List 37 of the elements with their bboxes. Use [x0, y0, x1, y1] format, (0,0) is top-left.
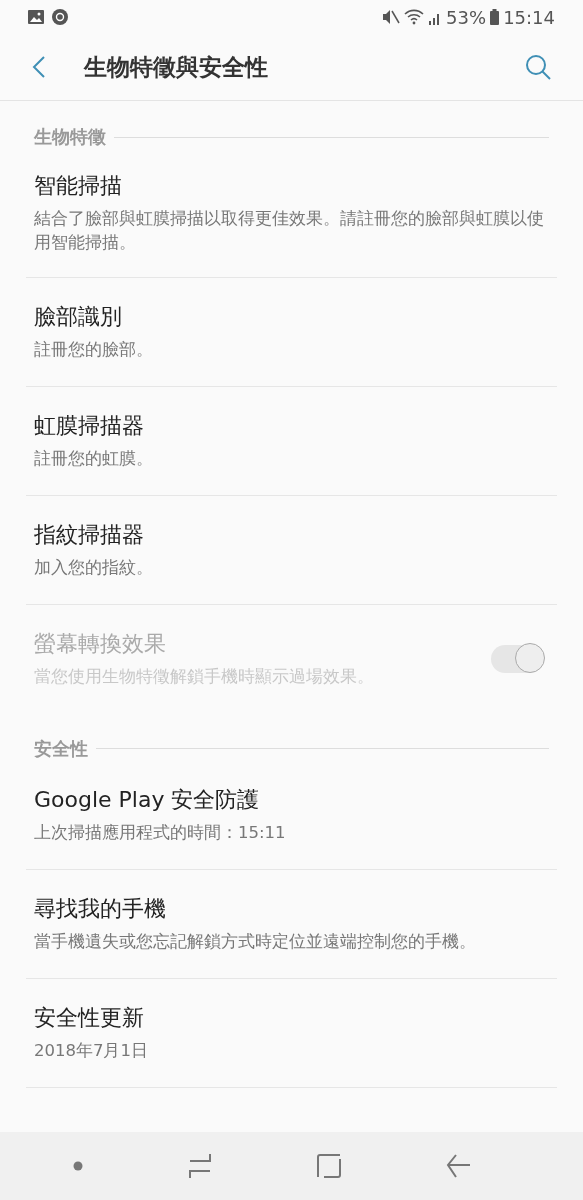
item-title: 尋找我的手機	[34, 894, 167, 923]
settings-item[interactable]: 安全性更新 2018年7月1日	[26, 978, 557, 1088]
search-icon[interactable]	[525, 54, 551, 80]
wifi-icon	[404, 9, 425, 25]
item-subtitle: 當手機遺失或您忘記解鎖方式時定位並遠端控制您的手機。	[34, 930, 477, 953]
settings-item[interactable]: 智能掃描 結合了臉部與虹膜掃描以取得更佳效果。請註冊您的臉部與虹膜以使用智能掃描。	[26, 149, 557, 278]
item-title: 指紋掃描器	[34, 520, 145, 549]
back-icon[interactable]	[446, 1154, 471, 1178]
home-icon[interactable]	[317, 1154, 342, 1178]
dot-icon[interactable]	[72, 1161, 83, 1171]
recent-apps-icon[interactable]	[187, 1153, 212, 1179]
item-title: 虹膜掃描器	[34, 411, 145, 440]
settings-item[interactable]: 指紋掃描器 加入您的指紋。	[26, 495, 557, 605]
gallery-icon	[28, 10, 44, 24]
item-title: 安全性更新	[34, 1003, 145, 1032]
item-subtitle: 註冊您的臉部。	[34, 338, 154, 361]
status-time: 15:14	[503, 6, 555, 28]
settings-item[interactable]: Google Play 安全防護 上次掃描應用程式的時間：15:11	[26, 760, 557, 870]
item-title: Google Play 安全防護	[34, 785, 261, 814]
settings-item[interactable]: 尋找我的手機 當手機遺失或您忘記解鎖方式時定位並遠端控制您的手機。	[26, 869, 557, 979]
item-title: 螢幕轉換效果	[34, 629, 167, 658]
battery-percent: 53%	[446, 6, 487, 28]
item-subtitle: 上次掃描應用程式的時間：15:11	[34, 821, 287, 844]
item-subtitle: 2018年7月1日	[34, 1039, 149, 1062]
mute-icon	[382, 9, 401, 25]
item-title: 臉部識別	[34, 302, 123, 331]
item-subtitle: 加入您的指紋。	[34, 556, 154, 579]
settings-item[interactable]: 虹膜掃描器 註冊您的虹膜。	[26, 386, 557, 496]
item-subtitle: 結合了臉部與虹膜掃描以取得更佳效果。請註冊您的臉部與虹膜以使用智能掃描。	[34, 208, 545, 254]
settings-item[interactable]: 臉部識別 註冊您的臉部。	[26, 277, 557, 387]
back-icon[interactable]	[32, 55, 46, 79]
item-title: 智能掃描	[34, 172, 123, 200]
page-title: 生物特徵與安全性	[84, 52, 269, 82]
section-header: 安全性	[34, 736, 88, 761]
battery-icon	[490, 9, 500, 25]
item-subtitle: 註冊您的虹膜。	[34, 447, 154, 470]
section-header: 生物特徵	[34, 125, 106, 149]
